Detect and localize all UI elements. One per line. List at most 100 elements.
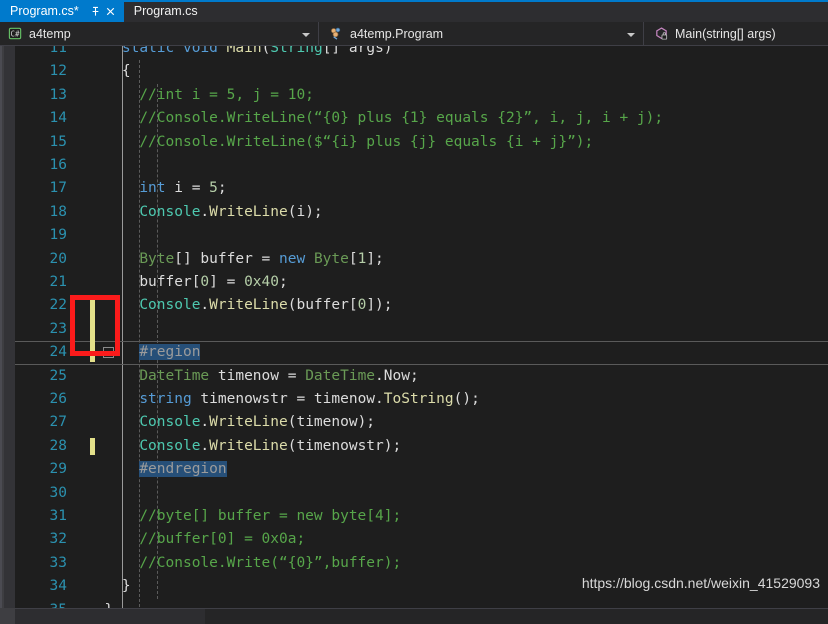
line-content: Byte[] buffer = new Byte[1]; [87, 248, 384, 271]
code-token: //Console.Write(“{0}”,buffer); [139, 554, 402, 571]
tab-program-cs[interactable]: Program.cs [123, 0, 213, 22]
code-line[interactable]: 17 int i = 5; [15, 177, 828, 200]
code-token: //buffer[0] = 0x0a; [139, 531, 306, 548]
line-number: 27 [49, 414, 67, 431]
code-token: (timenowstr); [287, 437, 402, 454]
line-number: 35 [15, 599, 67, 608]
code-token: new [279, 250, 306, 267]
svg-text:C#: C# [11, 29, 21, 38]
line-number: 11 [49, 46, 67, 56]
code-token: ] = [209, 274, 245, 290]
line-number: 17 [49, 180, 67, 197]
code-token: //Console.WriteLine($“{i} plus {j} equal… [139, 133, 594, 150]
code-line[interactable]: 30 [15, 482, 828, 505]
code-token: ToString [383, 391, 454, 407]
code-line[interactable]: 24 #region [15, 341, 828, 364]
member-dropdown[interactable]: Main(string[] args) [643, 22, 828, 45]
code-line[interactable]: 29 #endregion [15, 458, 828, 481]
line-number: 26 [49, 391, 67, 407]
tab-label: Program.cs* [10, 4, 79, 18]
tab-program-cs-modified[interactable]: Program.cs* [0, 0, 124, 22]
code-token: //byte[] buffer = new byte[4]; [139, 508, 402, 524]
code-line[interactable]: 32 //buffer[0] = 0x0a; [15, 528, 828, 551]
code-token: Main [226, 46, 262, 56]
code-line[interactable]: 26 string timenowstr = timenow.ToString()… [15, 388, 828, 411]
code-line[interactable]: 28 Console.WriteLine(timenowstr); [15, 435, 828, 458]
code-token: [] buffer = [174, 250, 279, 267]
code-line[interactable]: 19 [15, 224, 828, 247]
member-name: Main(string[] args) [675, 26, 776, 41]
code-token: //int i = 5, j = 10; [139, 86, 314, 103]
line-content: //Console.Write(“{0}”,buffer); [87, 552, 401, 575]
code-token: Byte [139, 250, 175, 267]
line-number: 13 [49, 86, 67, 103]
code-line[interactable]: 23 [15, 318, 828, 341]
line-content: } [87, 599, 113, 608]
code-token: WriteLine [209, 437, 288, 454]
code-line[interactable]: 33 //Console.Write(“{0}”,buffer); [15, 552, 828, 575]
selected-token: #region [139, 344, 201, 361]
editor-tab-strip: Program.cs* Program.cs [0, 0, 828, 22]
code-token: static [121, 46, 183, 56]
code-line[interactable]: 22 Console.WriteLine(buffer[0]); [15, 294, 828, 317]
line-content: string timenowstr = timenow.ToString(); [87, 388, 480, 411]
type-dropdown[interactable]: a4temp.Program [318, 22, 643, 45]
code-token: 0 [357, 297, 367, 314]
class-icon [329, 26, 344, 41]
chevron-down-icon[interactable] [627, 32, 635, 37]
code-token: int [139, 180, 166, 197]
code-token: ; [217, 180, 227, 197]
line-number: 32 [49, 531, 67, 548]
editor-left-rail [0, 46, 15, 608]
rail-inner [4, 46, 15, 608]
line-number: 15 [49, 133, 67, 150]
code-token: String [270, 46, 323, 56]
close-icon[interactable] [104, 5, 117, 18]
tab-strip-accent [0, 0, 828, 2]
code-line[interactable]: 31 //byte[] buffer = new byte[4]; [15, 505, 828, 528]
pin-icon[interactable] [89, 5, 102, 18]
line-number: 31 [49, 508, 67, 524]
code-token: ; [279, 274, 288, 290]
csharp-project-icon: C# [8, 26, 23, 41]
code-line[interactable]: 27 Console.WriteLine(timenow); [15, 411, 828, 434]
code-line[interactable]: 15 //Console.WriteLine($“{i} plus {j} equ… [15, 131, 828, 154]
code-line[interactable]: 16 [15, 154, 828, 177]
line-content: int i = 5; [87, 177, 227, 200]
line-content: Console.WriteLine(timenowstr); [87, 435, 401, 458]
code-editor[interactable]: 11 static void Main(String[] args) 12 {13 //… [0, 46, 828, 608]
line-content: } [87, 575, 131, 598]
line-content: #endregion [87, 458, 227, 481]
type-name: a4temp.Program [350, 26, 444, 41]
tab-label: Program.cs [133, 4, 198, 18]
project-dropdown[interactable]: C# a4temp [0, 22, 318, 45]
line-number: 33 [49, 554, 67, 571]
line-number: 24 [49, 344, 67, 361]
code-line[interactable]: 20 Byte[] buffer = new Byte[1]; [15, 248, 828, 271]
code-token: . [200, 297, 210, 314]
line-number: 16 [49, 157, 67, 173]
line-number: 25 [49, 367, 67, 384]
line-content: //buffer[0] = 0x0a; [87, 528, 305, 551]
code-line[interactable]: 25 DateTime timenow = DateTime.Now; [15, 365, 828, 388]
code-line[interactable]: 11 static void Main(String[] args) [15, 46, 828, 60]
code-line[interactable]: 14 //Console.WriteLine(“{0} plus {1} equa… [15, 107, 828, 130]
code-line[interactable]: 21 buffer[0] = 0x40; [15, 271, 828, 294]
line-content: Console.WriteLine(timenow); [87, 411, 375, 434]
code-token: ( [261, 46, 271, 56]
code-surface[interactable]: 11 static void Main(String[] args) 12 {13 //… [15, 46, 828, 608]
chevron-down-icon[interactable] [302, 32, 310, 37]
code-line[interactable]: 18 Console.WriteLine(i); [15, 201, 828, 224]
code-line[interactable]: 12 { [15, 60, 828, 83]
line-content: DateTime timenow = DateTime.Now; [87, 365, 418, 388]
code-line[interactable]: 13 //int i = 5, j = 10; [15, 84, 828, 107]
code-token: i = [165, 180, 210, 197]
code-token: ]; [366, 250, 384, 267]
code-line[interactable]: 35} [15, 599, 828, 608]
line-number: 21 [49, 274, 67, 290]
watermark-text: https://blog.csdn.net/weixin_41529093 [581, 575, 820, 591]
bottom-panel-tab-area[interactable] [15, 608, 205, 624]
line-number: 12 [49, 63, 67, 80]
code-token: (timenow); [287, 414, 376, 431]
